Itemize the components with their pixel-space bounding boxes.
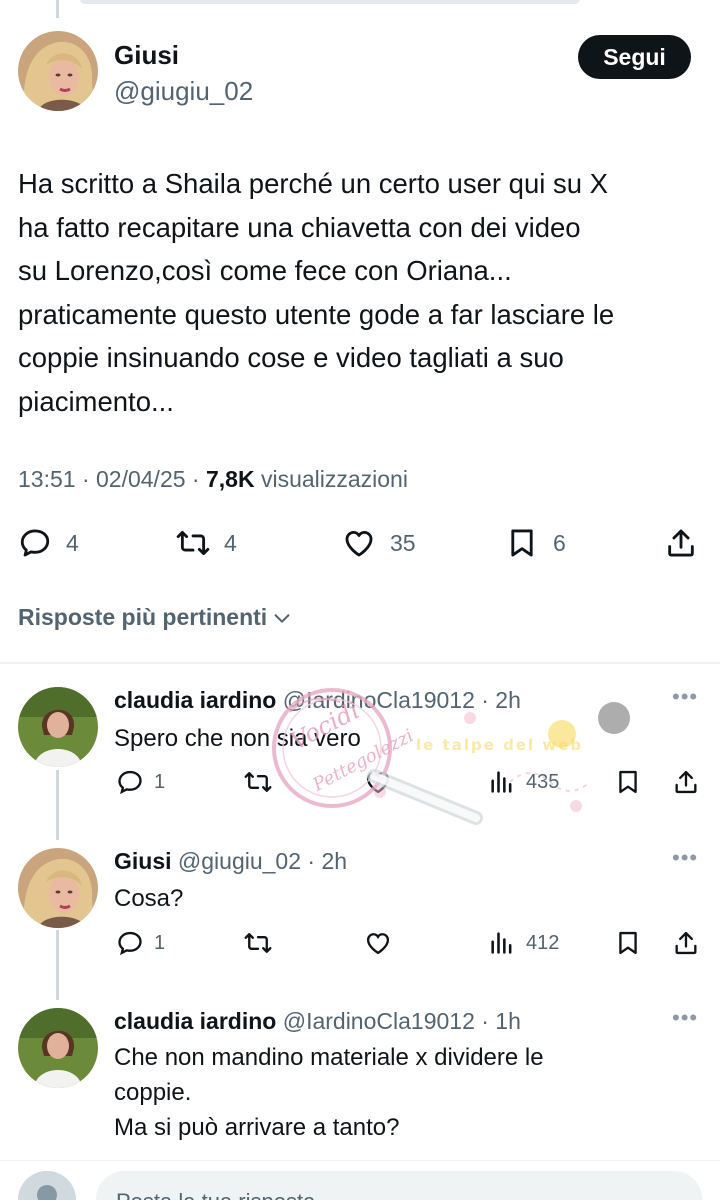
reply-header: Giusi @giugiu_02 · 2h xyxy=(114,848,347,875)
more-icon[interactable]: ••• xyxy=(672,845,698,871)
reply-header: claudia iardino @IardinoCla19012 · 1h xyxy=(114,1008,521,1035)
reply-text: Che non mandino materiale x dividere le … xyxy=(114,1040,694,1145)
heart-icon xyxy=(366,772,390,794)
reply-author-name[interactable]: Giusi xyxy=(114,848,172,874)
like-button[interactable] xyxy=(364,929,392,957)
tweet-line: piacimento... xyxy=(18,385,174,417)
tweet-line: praticamente questo utente gode a far la… xyxy=(18,298,615,330)
reply-line: Cosa? xyxy=(114,885,184,912)
heart-icon xyxy=(366,933,390,955)
analytics-icon xyxy=(491,932,512,954)
tweet-actions: 4 4 35 6 xyxy=(0,520,720,568)
like-button[interactable] xyxy=(364,768,392,796)
views-count: 7,8K xyxy=(205,466,255,492)
reply-line: Ma si può arrivare a tanto? xyxy=(114,1114,400,1141)
reply-button[interactable]: 1 xyxy=(116,768,165,796)
more-icon[interactable]: ••• xyxy=(672,1005,698,1031)
replies-sort-toggle[interactable]: Risposte più pertinenti xyxy=(18,604,293,631)
share-button[interactable] xyxy=(664,526,698,560)
previous-content-edge xyxy=(0,0,720,18)
avatar[interactable] xyxy=(18,1008,98,1088)
avatar[interactable] xyxy=(18,848,98,928)
reply-header: claudia iardino @IardinoCla19012 · 2h xyxy=(114,687,521,714)
repost-count: 4 xyxy=(224,529,237,556)
share-icon xyxy=(675,931,697,955)
bookmark-count: 6 xyxy=(553,529,566,556)
reply-author-handle[interactable]: @IardinoCla19012 · 1h xyxy=(276,1008,521,1034)
tweet-line: su Lorenzo,così come fece con Oriana... xyxy=(18,255,512,287)
share-button[interactable] xyxy=(672,768,700,796)
repost-button[interactable] xyxy=(244,929,272,957)
views-count: 412 xyxy=(526,931,560,954)
reply-author-name[interactable]: claudia iardino xyxy=(114,1008,276,1034)
views-button[interactable]: 435 xyxy=(488,768,559,796)
repost-button[interactable] xyxy=(244,768,272,796)
cut-off-text xyxy=(80,0,580,4)
tweet-meta: 13:51 · 02/04/25 · 7,8K visualizzazioni xyxy=(18,466,408,493)
reply-author-handle[interactable]: @IardinoCla19012 · 2h xyxy=(276,687,521,713)
follow-button[interactable]: Segui xyxy=(578,35,691,79)
comment-icon xyxy=(118,770,142,795)
avatar[interactable] xyxy=(18,31,98,111)
views-count: 435 xyxy=(526,770,560,793)
reply-line: coppie. xyxy=(114,1079,192,1106)
repost-icon xyxy=(244,933,272,953)
reply-actions: 1 412 xyxy=(0,929,720,963)
reply-input[interactable]: Posta la tua risposta xyxy=(96,1171,702,1200)
share-button[interactable] xyxy=(672,929,700,957)
tweet-timestamp[interactable]: 13:51 · 02/04/25 · xyxy=(18,466,206,492)
bookmark-button[interactable] xyxy=(614,929,642,957)
views-label: visualizzazioni xyxy=(254,466,408,492)
share-icon xyxy=(675,770,697,794)
reply-button[interactable]: 4 xyxy=(18,526,79,560)
like-button[interactable]: 35 xyxy=(342,526,416,560)
thread-line xyxy=(56,0,59,18)
divider xyxy=(0,662,720,664)
tweet-line: coppie insinuando cose e video tagliati … xyxy=(18,342,564,374)
repost-button[interactable]: 4 xyxy=(176,526,237,560)
avatar xyxy=(18,1171,76,1200)
analytics-icon xyxy=(491,771,512,793)
like-count: 35 xyxy=(390,529,416,556)
reply-button[interactable]: 1 xyxy=(116,929,165,957)
tweet-line: ha fatto recapitare una chiavetta con de… xyxy=(18,211,581,243)
bookmark-button[interactable]: 6 xyxy=(505,526,566,560)
reply-author-name[interactable]: claudia iardino xyxy=(114,687,276,713)
reply-composer: Posta la tua risposta xyxy=(0,1160,720,1200)
repost-icon xyxy=(176,530,210,556)
reply-count: 4 xyxy=(66,529,79,556)
share-icon xyxy=(668,529,694,557)
comment-icon xyxy=(118,931,142,956)
author-name[interactable]: Giusi xyxy=(114,40,179,71)
replies-sort-label: Risposte più pertinenti xyxy=(18,604,268,630)
tweet-line: Ha scritto a Shaila perché un certo user… xyxy=(18,168,609,199)
reply-line: Spero che non sia vero xyxy=(114,725,361,752)
reply-text: Spero che non sia vero xyxy=(114,721,694,756)
reply-count: 1 xyxy=(154,770,166,793)
repost-icon xyxy=(244,772,272,792)
tweet-text: Ha scritto a Shaila perché un certo user… xyxy=(18,162,708,424)
reply-author-handle[interactable]: @giugiu_02 · 2h xyxy=(172,848,347,874)
bookmark-button[interactable] xyxy=(614,768,642,796)
more-icon[interactable]: ••• xyxy=(672,684,698,710)
chevron-down-icon xyxy=(274,613,290,623)
reply-line: Che non mandino materiale x dividere le xyxy=(114,1044,544,1071)
avatar[interactable] xyxy=(18,687,98,767)
reply-text: Cosa? xyxy=(114,881,694,916)
heart-icon xyxy=(345,530,373,557)
reply-count: 1 xyxy=(154,931,166,954)
views-button[interactable]: 412 xyxy=(488,929,559,957)
author-handle[interactable]: @giugiu_02 xyxy=(114,76,253,107)
reply-actions: 1 435 xyxy=(0,768,720,802)
comment-icon xyxy=(20,529,50,557)
bookmark-icon xyxy=(619,931,637,955)
bookmark-icon xyxy=(511,529,533,557)
bookmark-icon xyxy=(619,770,637,794)
